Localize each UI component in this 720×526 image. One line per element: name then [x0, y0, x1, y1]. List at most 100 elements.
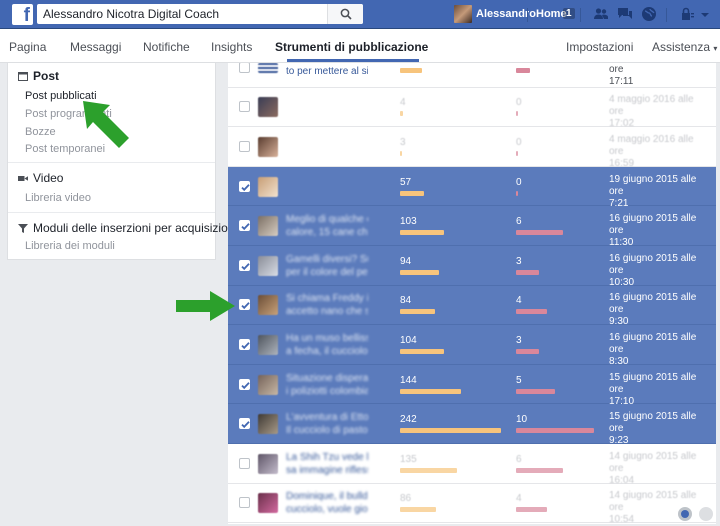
engagement-value: 6 [516, 453, 522, 465]
date-line: 4 maggio 2016 alle ore [609, 133, 694, 157]
account-menu-caret-icon[interactable] [699, 6, 711, 22]
post-text-line: Dominique, il bulldog [286, 491, 368, 503]
post-text-line: a fecha, il cucciolo di [286, 345, 368, 357]
post-text-link[interactable]: Ha un muso bellissima fecha, il cucciolo… [286, 332, 368, 358]
table-row[interactable]: Dominique, il bulldogcucciolo, vuole gio… [228, 484, 716, 524]
tab-strumenti-di-pubblicazione[interactable]: Strumenti di pubblicazione [275, 40, 428, 54]
table-row[interactable]: La Shih Tzu vede la ssa immagine rifless… [228, 444, 716, 486]
row-checkbox[interactable] [239, 220, 250, 232]
reach-value: 103 [400, 216, 417, 228]
post-thumbnail[interactable] [258, 414, 278, 435]
facebook-logo-icon[interactable]: f [12, 4, 33, 25]
engagement-value: 0 [516, 97, 522, 109]
reach-bar [400, 150, 403, 156]
table-row[interactable]: Meglio di qualche calcalore, 15 cane ch 1… [228, 206, 716, 248]
post-text-link[interactable]: L'avventura di EttoreIl cucciolo di past… [286, 411, 368, 437]
row-checkbox[interactable] [239, 63, 250, 73]
checkmark-icon [241, 381, 250, 389]
privacy-lock-icon[interactable] [679, 6, 695, 22]
tab-notifiche[interactable]: Notifiche [143, 40, 190, 54]
date-line: 4 maggio 2016 alle ore [609, 94, 694, 118]
row-checkbox[interactable] [239, 299, 250, 311]
video-camera-icon [18, 176, 28, 181]
sidebar-item-libreria-video[interactable]: Libreria video [25, 192, 91, 204]
reach-bar [400, 230, 445, 236]
engagement-value: 0 [516, 176, 522, 188]
post-thumbnail[interactable] [258, 136, 278, 157]
row-checkbox[interactable] [239, 259, 250, 271]
post-text-line: Meglio di qualche cal [286, 214, 368, 226]
table-row[interactable]: Si chiama Freddy il Eaccetto nano che se… [228, 285, 716, 328]
post-text-link[interactable]: Meglio di qualche calcalore, 15 cane ch [286, 213, 368, 239]
row-checkbox[interactable] [239, 418, 250, 430]
search-button[interactable] [327, 4, 363, 24]
calendar-icon [18, 72, 28, 81]
row-checkbox[interactable] [239, 378, 250, 390]
reach-value: 4 [400, 97, 406, 109]
friend-requests-icon[interactable] [593, 6, 609, 22]
post-text-link[interactable]: Situazione disperata,i poliziotti colomb… [286, 372, 368, 398]
chat-icon [678, 507, 713, 521]
reach-value: 104 [400, 334, 417, 346]
published-date: 16 giugno 2015 alle ore 9:30 [609, 292, 709, 328]
post-thumbnail[interactable] [258, 63, 278, 73]
chat-sidebar-toggle[interactable] [676, 505, 716, 526]
post-text-link[interactable]: Gamelli diversi? Suloper il colore del p… [286, 253, 368, 279]
post-text-line: Si chiama Freddy il E [286, 293, 368, 305]
post-text-link[interactable]: La Shih Tzu vede la ssa immagine rifless… [286, 451, 368, 477]
table-row[interactable]: 3 0 4 maggio 2016 alle ore 16:59 [228, 127, 716, 169]
table-row[interactable]: Situazione disperata,i poliziotti colomb… [228, 364, 716, 407]
reach-value: 84 [400, 295, 412, 307]
globe-notifications-icon[interactable] [641, 6, 657, 22]
row-checkbox[interactable] [239, 101, 250, 113]
tab-impostazioni[interactable]: Impostazioni [566, 40, 633, 54]
row-checkbox[interactable] [239, 180, 250, 192]
tab-messaggi[interactable]: Messaggi [70, 40, 121, 54]
chevron-down-icon: ▾ [713, 44, 718, 53]
post-thumbnail[interactable] [258, 374, 278, 395]
post-thumbnail[interactable] [258, 176, 278, 197]
post-thumbnail[interactable] [258, 216, 278, 237]
post-thumbnail[interactable] [258, 255, 278, 276]
home-link[interactable]: Home [536, 8, 567, 20]
table-row[interactable]: Gamelli diversi? Suloper il colore del p… [228, 246, 716, 288]
post-text-link[interactable]: to per mettere al sicu [286, 65, 368, 78]
table-row[interactable]: 4 0 4 maggio 2016 alle ore 17:02 [228, 88, 716, 129]
table-row[interactable]: to per mettere al sicu 19 2 4 maggio 2016 a… [228, 63, 716, 88]
post-thumbnail[interactable] [258, 97, 278, 118]
table-row[interactable]: Ha un muso bellissima fecha, il cucciolo… [228, 325, 716, 367]
reach-bar [400, 348, 445, 354]
annotation-arrow-icon [176, 291, 235, 321]
row-checkbox[interactable] [239, 497, 250, 509]
engagement-value: 2 [516, 63, 522, 64]
date-line: 16 giugno 2015 alle ore [609, 331, 697, 355]
tab-pagina[interactable]: Pagina [9, 40, 46, 54]
row-checkbox[interactable] [239, 457, 250, 469]
post-text-link[interactable]: Si chiama Freddy il Eaccetto nano che se… [286, 292, 368, 318]
reach-bar [400, 428, 501, 434]
reach-value: 3 [400, 136, 406, 148]
row-checkbox[interactable] [239, 140, 250, 152]
post-text-link[interactable]: Dominique, il bulldogcucciolo, vuole gio… [286, 490, 368, 516]
row-checkbox[interactable] [239, 338, 250, 350]
post-thumbnail[interactable] [258, 295, 278, 316]
divider [666, 8, 667, 22]
tab-assistenza[interactable]: Assistenza ▾ [652, 40, 717, 54]
search-input[interactable] [37, 4, 327, 24]
post-thumbnail[interactable] [258, 453, 278, 474]
engagement-bar [516, 111, 518, 117]
tab-insights[interactable]: Insights [211, 40, 252, 54]
engagement-bar [516, 507, 548, 513]
avatar[interactable] [454, 5, 472, 23]
engagement-value: 4 [516, 493, 522, 505]
active-tab-indicator [287, 59, 419, 62]
messages-icon[interactable] [617, 6, 633, 22]
post-thumbnail[interactable] [258, 493, 278, 514]
sidebar-item-libreria-dei-moduli[interactable]: Libreria dei moduli [25, 240, 115, 252]
post-thumbnail[interactable] [258, 334, 278, 355]
sidebar-item-bozze[interactable]: Bozze [25, 126, 56, 138]
table-row[interactable]: 57 0 19 giugno 2015 alle ore 7:21 [228, 166, 716, 209]
table-row[interactable]: L'avventura di EttoreIl cucciolo di past… [228, 404, 716, 446]
date-line: 16 giugno 2015 alle ore [609, 292, 697, 316]
engagement-value: 6 [516, 216, 522, 228]
